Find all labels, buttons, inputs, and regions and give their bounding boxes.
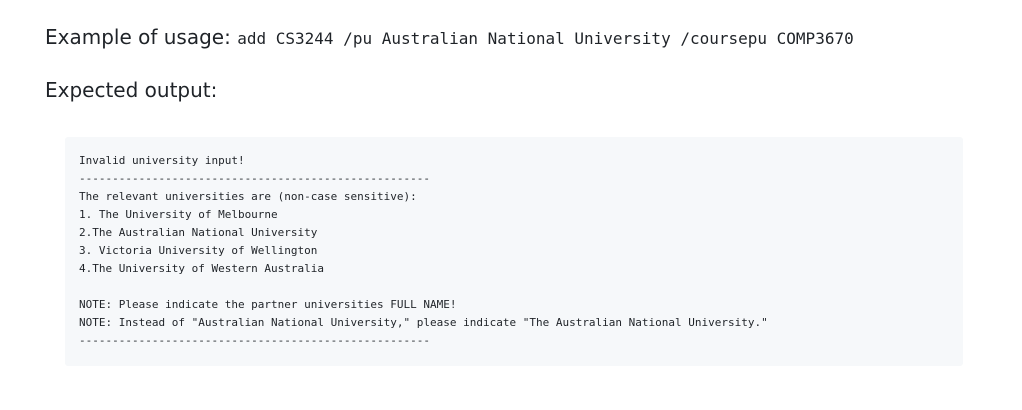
output-line-note-full-name: NOTE: Please indicate the partner univer… [79, 298, 457, 311]
output-line-divider-bottom: ----------------------------------------… [79, 334, 430, 347]
expected-output-code-block: Invalid university input! ---------------… [65, 137, 963, 366]
output-line-blank [79, 278, 949, 296]
output-line-divider-top: ----------------------------------------… [79, 172, 430, 185]
output-text: Invalid university input! ---------------… [79, 152, 949, 350]
output-line-university-3: 3. Victoria University of Wellington [79, 244, 318, 257]
expected-output-heading: Expected output: [45, 78, 218, 102]
output-line-invalid: Invalid university input! [79, 154, 245, 167]
output-line-university-2: 2.The Australian National University [79, 226, 318, 239]
output-line-university-4: 4.The University of Western Australia [79, 262, 325, 275]
example-usage-line: Example of usage: add CS3244 /pu Austral… [45, 22, 854, 54]
output-line-university-1: 1. The University of Melbourne [79, 208, 278, 221]
example-command-code: add CS3244 /pu Australian National Unive… [237, 29, 854, 48]
example-usage-label: Example of usage: [45, 25, 231, 49]
output-line-note-instead: NOTE: Instead of "Australian National Un… [79, 316, 768, 329]
output-line-relevant-header: The relevant universities are (non-case … [79, 190, 417, 203]
